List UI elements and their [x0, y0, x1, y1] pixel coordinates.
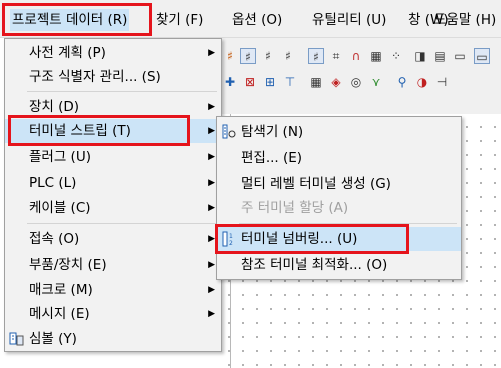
- marker-icon[interactable]: ◈: [328, 74, 344, 90]
- node-icon[interactable]: ◎: [348, 74, 364, 90]
- menu-item-label: 터미널 넘버링... (U): [241, 231, 358, 247]
- menu-project-data[interactable]: 프로젝트 데이터 (R): [10, 9, 130, 31]
- navigator-icon: [221, 124, 237, 140]
- symbol-icon: [9, 331, 25, 347]
- menu-separator: [239, 223, 457, 224]
- grid-b-icon[interactable]: ♯: [240, 48, 256, 64]
- box-icon[interactable]: ▦: [308, 74, 324, 90]
- submenu-item-terminal-numbering[interactable]: 12 터미널 넘버링... (U): [217, 227, 461, 251]
- project-data-menu: 사전 계획 (P) ▶ 구조 식별자 관리... (S) 장치 (D) ▶ 터미…: [4, 38, 222, 352]
- submenu-arrow-icon: ▶: [208, 126, 215, 136]
- hash-icon[interactable]: ⌗: [328, 48, 344, 64]
- submenu-item-optimize-reference-terminals[interactable]: 참조 터미널 최적화... (O): [217, 253, 461, 277]
- menu-item-label: 사전 계획 (P): [29, 45, 106, 61]
- submenu-arrow-icon: ▶: [208, 178, 215, 188]
- submenu-item-assign-main-terminal: 주 터미널 할당 (A): [217, 196, 461, 220]
- menu-find[interactable]: 찾기 (F): [154, 9, 205, 31]
- menu-item-messages[interactable]: 메시지 (E) ▶: [5, 302, 221, 326]
- menu-bar: 프로젝트 데이터 (R) 찾기 (F) 옵션 (O) 유틸리티 (U) 창 (W…: [0, 0, 501, 38]
- cross-icon[interactable]: ✚: [222, 74, 238, 90]
- branch-icon[interactable]: ⋎: [368, 74, 384, 90]
- submenu-arrow-icon: ▶: [208, 285, 215, 295]
- submenu-item-edit[interactable]: 편집... (E): [217, 146, 461, 170]
- submenu-arrow-icon: ▶: [208, 48, 215, 58]
- submenu-arrow-icon: ▶: [208, 102, 215, 112]
- submenu-arrow-icon: ▶: [208, 234, 215, 244]
- menu-item-devices[interactable]: 장치 (D) ▶: [5, 95, 221, 119]
- table-icon[interactable]: ▤: [432, 48, 448, 64]
- menu-item-label: 터미널 스트립 (T): [29, 123, 131, 139]
- menu-item-label: 구조 식별자 관리... (S): [29, 69, 161, 85]
- tee-icon[interactable]: ⊤: [282, 74, 298, 90]
- toolbar-row-2: ✚ ⊠ ⊞ ⊤ ▦ ◈ ◎ ⋎ ⚲ ◑ ⊣: [218, 70, 501, 94]
- magnet-icon[interactable]: ∩: [348, 48, 364, 64]
- menu-item-cables[interactable]: 케이블 (C) ▶: [5, 196, 221, 220]
- menu-item-label: 주 터미널 할당 (A): [241, 200, 349, 216]
- submenu-item-navigator[interactable]: 탐색기 (N): [217, 120, 461, 144]
- menu-item-label: 편집... (E): [241, 150, 303, 166]
- submenu-item-multi-level-terminal[interactable]: 멀티 레벨 터미널 생성 (G): [217, 172, 461, 196]
- menu-help[interactable]: 도움말 (H): [432, 9, 498, 31]
- menu-item-preplanning[interactable]: 사전 계획 (P) ▶: [5, 41, 221, 65]
- menu-item-label: 메시지 (E): [29, 306, 90, 322]
- submenu-arrow-icon: ▶: [208, 203, 215, 213]
- menu-separator: [27, 91, 217, 92]
- menu-item-structure-identifier[interactable]: 구조 식별자 관리... (S): [5, 65, 221, 89]
- menu-item-label: 플러그 (U): [29, 149, 91, 165]
- menu-item-label: 케이블 (C): [29, 200, 91, 216]
- menu-item-plugs[interactable]: 플러그 (U) ▶: [5, 145, 221, 169]
- menu-item-terminal-strips[interactable]: 터미널 스트립 (T) ▶: [5, 119, 221, 143]
- toggle-icon[interactable]: ◨: [412, 48, 428, 64]
- svg-text:2: 2: [229, 240, 233, 247]
- menu-separator: [27, 223, 217, 224]
- submenu-arrow-icon: ▶: [208, 152, 215, 162]
- svg-text:1: 1: [229, 233, 233, 240]
- menu-item-label: 참조 터미널 최적화... (O): [241, 257, 388, 273]
- grid-e-icon[interactable]: ♯: [280, 48, 296, 64]
- menu-item-label: 멀티 레벨 터미널 생성 (G): [241, 176, 391, 192]
- menu-item-macros[interactable]: 매크로 (M) ▶: [5, 278, 221, 302]
- window-icon[interactable]: ▭: [474, 48, 490, 64]
- menu-utilities[interactable]: 유틸리티 (U): [310, 9, 388, 31]
- corner-icon[interactable]: ⊞: [262, 74, 278, 90]
- grid-dots-icon[interactable]: ⁘: [388, 48, 404, 64]
- toolbar-b-icon[interactable]: ♯: [222, 48, 238, 64]
- grid-c-icon[interactable]: ♯: [260, 48, 276, 64]
- cross-box-icon[interactable]: ⊠: [242, 74, 258, 90]
- terminal-icon[interactable]: ⚲: [394, 74, 410, 90]
- menu-item-parts-devices[interactable]: 부품/장치 (E) ▶: [5, 253, 221, 277]
- menu-item-label: 장치 (D): [29, 99, 80, 115]
- menu-item-label: 접속 (O): [29, 231, 80, 247]
- numbering-icon: 12: [221, 231, 237, 247]
- menu-item-connections[interactable]: 접속 (O) ▶: [5, 227, 221, 251]
- menu-item-label: 탐색기 (N): [241, 124, 304, 140]
- menu-item-plc[interactable]: PLC (L) ▶: [5, 171, 221, 195]
- toolbar-row-1: ♯ ♯ ♯ ♯ ♯ ⌗ ∩ ▦ ⁘ ◨ ▤ ▭ ▭: [218, 44, 501, 68]
- menu-item-label: 심볼 (Y): [29, 331, 77, 347]
- grid-move-icon[interactable]: ▦: [368, 48, 384, 64]
- menu-item-symbols[interactable]: 심볼 (Y): [5, 327, 221, 351]
- terminal-strip-submenu: 탐색기 (N) 편집... (E) 멀티 레벨 터미널 생성 (G) 주 터미널…: [216, 116, 462, 280]
- snap-grid-icon[interactable]: ♯: [308, 48, 324, 64]
- menu-item-label: PLC (L): [29, 175, 77, 191]
- menu-item-label: 부품/장치 (E): [29, 257, 107, 273]
- submenu-arrow-icon: ▶: [208, 260, 215, 270]
- menu-options[interactable]: 옵션 (O): [230, 9, 284, 31]
- counter-icon[interactable]: ▭: [452, 48, 468, 64]
- menu-item-label: 매크로 (M): [29, 282, 93, 298]
- plug-icon[interactable]: ◑: [414, 74, 430, 90]
- connector-icon[interactable]: ⊣: [434, 74, 450, 90]
- submenu-arrow-icon: ▶: [208, 309, 215, 319]
